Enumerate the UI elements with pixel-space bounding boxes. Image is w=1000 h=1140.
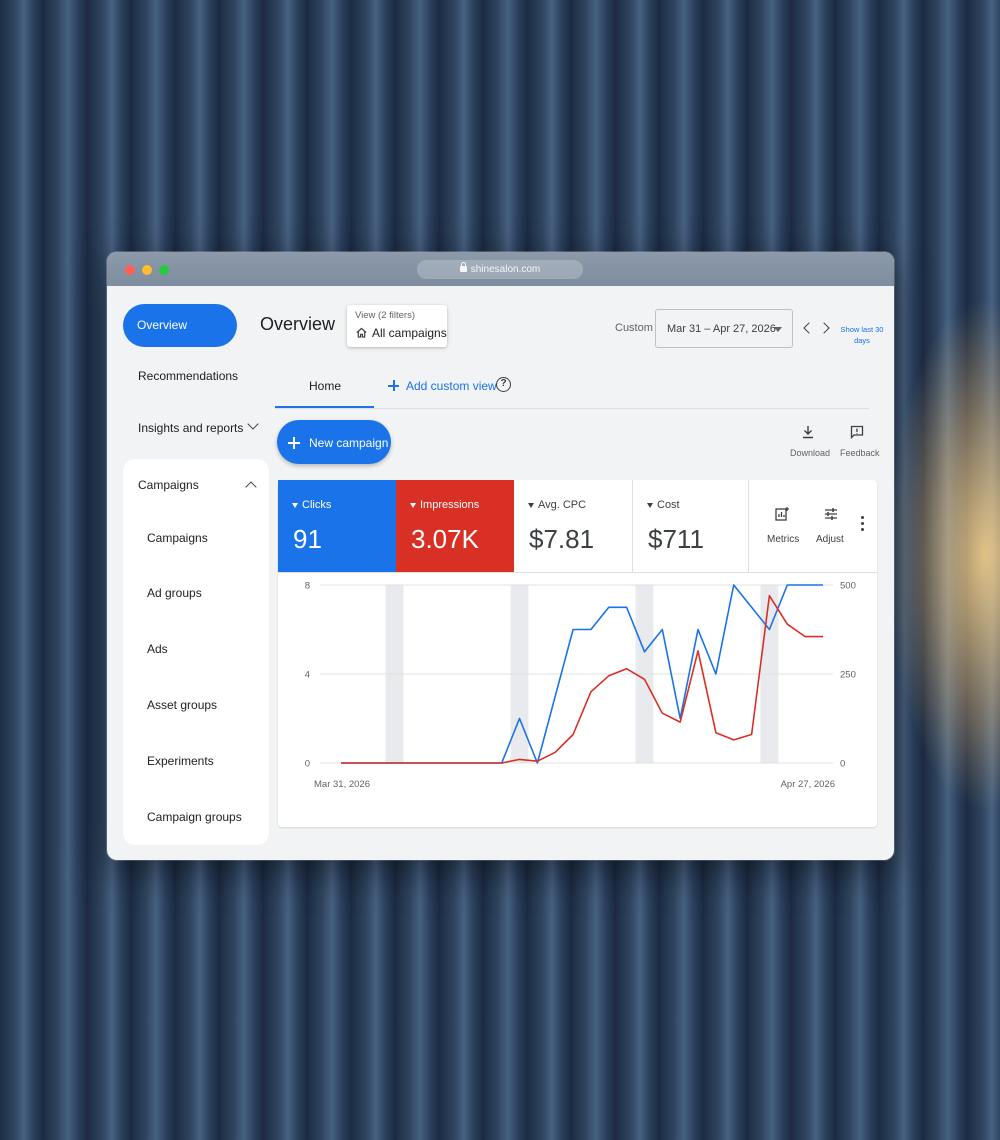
tile-divider bbox=[748, 480, 749, 573]
sidebar-item-recommendations[interactable]: Recommendations bbox=[138, 369, 238, 383]
sidebar-item-campaign-groups[interactable]: Campaign groups bbox=[147, 810, 242, 824]
browser-window: shinesalon.com Overview Recommendations … bbox=[107, 252, 894, 860]
page-title: Overview bbox=[260, 314, 336, 334]
metric-value: 91 bbox=[293, 524, 322, 554]
metric-tile-cost[interactable]: Cost $711 bbox=[633, 480, 751, 573]
metrics-card: Clicks 91 Impressions 3.07K Avg. CPC $7.… bbox=[278, 480, 877, 827]
caret-down-icon bbox=[774, 327, 782, 332]
metric-name: Avg. CPC bbox=[538, 499, 587, 511]
custom-label: Custom bbox=[615, 322, 653, 334]
metric-tile-clicks[interactable]: Clicks 91 bbox=[278, 480, 396, 573]
app-content: Overview Recommendations Insights and re… bbox=[107, 252, 894, 860]
metric-tile-avg-cpc[interactable]: Avg. CPC $7.81 bbox=[514, 480, 632, 573]
right-axis-tick-label: 500 bbox=[840, 581, 856, 592]
chevron-right-icon[interactable] bbox=[818, 322, 830, 334]
plus-icon bbox=[388, 380, 399, 391]
sidebar-item-experiments[interactable]: Experiments bbox=[147, 754, 214, 768]
metric-tile-impressions[interactable]: Impressions 3.07K bbox=[396, 480, 514, 573]
tab-home[interactable]: Home bbox=[309, 379, 341, 393]
tune-icon bbox=[825, 508, 837, 520]
sidebar-item-ad-groups[interactable]: Ad groups bbox=[147, 586, 202, 600]
performance-chart: 0 4 8 0 250 500 Mar 31, 2026 Apr 27, 2026 bbox=[305, 581, 856, 791]
date-range-text: Mar 31 – Apr 27, 2026 bbox=[667, 323, 776, 335]
chevron-up-icon[interactable] bbox=[245, 481, 257, 493]
metric-value: $711 bbox=[648, 524, 704, 554]
feedback-label: Feedback bbox=[840, 448, 880, 458]
feedback-icon bbox=[850, 425, 864, 440]
sidebar-item-overview[interactable]: Overview bbox=[123, 304, 237, 347]
plus-icon bbox=[288, 437, 300, 449]
more-options-icon[interactable] bbox=[859, 516, 865, 534]
dropdown-icon bbox=[292, 503, 298, 508]
metrics-tool-label: Metrics bbox=[767, 534, 800, 545]
adjust-tool-button[interactable]: Adjust bbox=[811, 504, 853, 546]
metric-name: Cost bbox=[657, 499, 680, 511]
new-campaign-button[interactable]: New campaign bbox=[277, 420, 391, 464]
dropdown-icon bbox=[647, 503, 653, 508]
left-axis-tick-label: 8 bbox=[305, 581, 310, 592]
download-icon bbox=[803, 426, 813, 439]
help-icon[interactable]: ? bbox=[496, 377, 511, 392]
new-campaign-label: New campaign bbox=[309, 436, 389, 450]
adjust-tool-label: Adjust bbox=[816, 534, 844, 545]
metric-value: 3.07K bbox=[411, 524, 479, 554]
left-axis-tick-label: 4 bbox=[305, 670, 310, 681]
chevron-left-icon[interactable] bbox=[803, 322, 815, 334]
add-custom-view-button[interactable]: Add custom view bbox=[388, 379, 497, 395]
right-axis-tick-label: 250 bbox=[840, 670, 856, 681]
feedback-button[interactable]: Feedback bbox=[838, 424, 880, 460]
download-button[interactable]: Download bbox=[788, 424, 831, 460]
impressions-series-line bbox=[341, 594, 823, 764]
x-axis-end-label: Apr 27, 2026 bbox=[781, 779, 835, 790]
chevron-down-icon[interactable] bbox=[247, 418, 259, 430]
home-icon bbox=[356, 327, 367, 338]
view-filters-label: View (2 filters) bbox=[355, 310, 416, 321]
date-range-picker[interactable]: Mar 31 – Apr 27, 2026 bbox=[655, 309, 793, 348]
add-chart-icon bbox=[775, 507, 789, 521]
dropdown-icon bbox=[410, 503, 416, 508]
show-last-30-days-link[interactable]: Show last 30 days bbox=[840, 324, 884, 346]
right-axis-tick-label: 0 bbox=[840, 759, 845, 770]
sidebar-item-asset-groups[interactable]: Asset groups bbox=[147, 698, 217, 712]
dropdown-icon bbox=[528, 503, 534, 508]
sidebar-item-ads[interactable]: Ads bbox=[147, 642, 168, 656]
tab-home-indicator bbox=[275, 406, 374, 408]
sidebar-item-campaigns-header[interactable]: Campaigns bbox=[138, 478, 199, 492]
left-axis-tick-label: 0 bbox=[305, 759, 310, 770]
download-label: Download bbox=[790, 448, 831, 458]
metric-name: Clicks bbox=[302, 499, 332, 511]
add-custom-view-label: Add custom view bbox=[406, 379, 497, 393]
metric-name: Impressions bbox=[420, 499, 480, 511]
tabs-divider bbox=[275, 408, 869, 409]
campaigns-panel: Campaigns Campaigns Ad groups Ads Asset … bbox=[123, 459, 269, 845]
view-name: All campaigns bbox=[372, 326, 447, 340]
sidebar-item-insights[interactable]: Insights and reports bbox=[138, 421, 243, 435]
metric-value: $7.81 bbox=[529, 524, 595, 554]
sidebar-item-campaigns[interactable]: Campaigns bbox=[147, 531, 208, 545]
metrics-tool-button[interactable]: Metrics bbox=[762, 504, 804, 546]
view-selector[interactable]: View (2 filters) All campaigns bbox=[347, 305, 447, 347]
x-axis-start-label: Mar 31, 2026 bbox=[314, 779, 370, 790]
